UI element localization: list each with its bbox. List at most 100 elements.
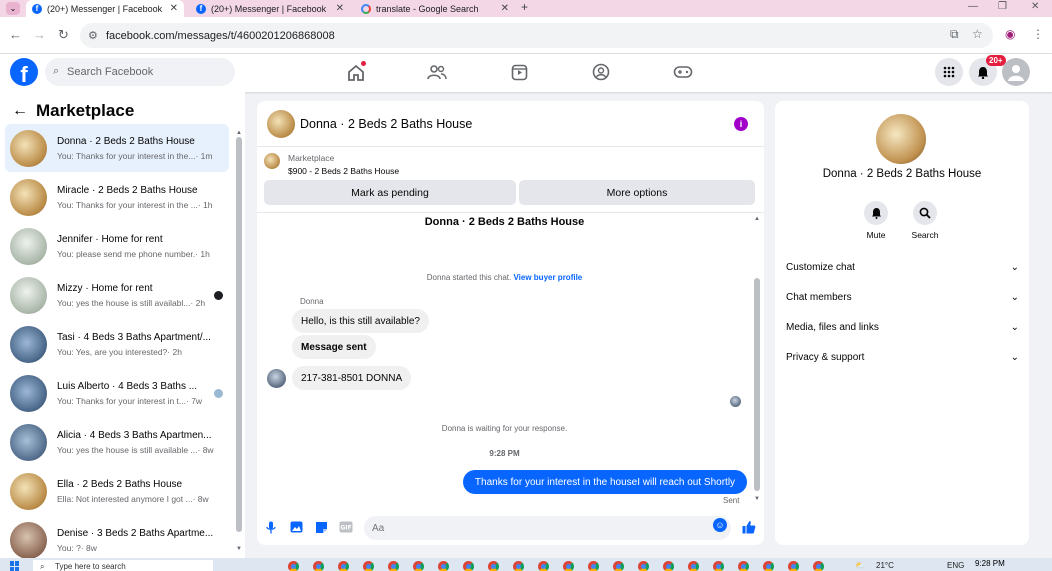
menu-grid-icon[interactable] xyxy=(935,58,963,86)
chrome-taskbar-icon[interactable] xyxy=(613,561,624,571)
sticker-icon[interactable] xyxy=(313,519,329,535)
gif-icon[interactable]: GIF xyxy=(338,519,354,535)
chrome-taskbar-icon[interactable] xyxy=(463,561,474,571)
facebook-search-input[interactable]: ⌕ Search Facebook xyxy=(45,58,235,86)
close-tab-icon[interactable]: ✕ xyxy=(336,3,344,14)
details-avatar[interactable] xyxy=(876,114,926,164)
conversation-item[interactable]: Denise · 3 Beds 2 Baths Apartme... You: ?… xyxy=(5,516,229,558)
browser-menu-icon[interactable]: ⋮ xyxy=(1032,27,1044,41)
chrome-taskbar-icon[interactable] xyxy=(388,561,399,571)
chrome-taskbar-icon[interactable] xyxy=(338,561,349,571)
close-tab-icon[interactable]: ✕ xyxy=(170,3,178,14)
language-indicator[interactable]: ENG xyxy=(947,561,964,570)
friends-icon[interactable] xyxy=(426,62,448,82)
browser-tab-messenger-1[interactable]: f (20+) Messenger | Facebook ✕ xyxy=(26,0,184,17)
conversation-item[interactable]: Miracle · 2 Beds 2 Baths House You: Thank… xyxy=(5,173,229,221)
chrome-taskbar-icon[interactable] xyxy=(313,561,324,571)
media-files-links-section[interactable]: Media, files and links ⌄ xyxy=(786,317,1019,337)
back-icon[interactable]: ← xyxy=(9,27,22,42)
conversation-item[interactable]: Donna · 2 Beds 2 Baths House You: Thanks … xyxy=(5,124,229,172)
chrome-taskbar-icon[interactable] xyxy=(513,561,524,571)
privacy-support-section[interactable]: Privacy & support ⌄ xyxy=(786,347,1019,367)
scroll-up-arrow-icon[interactable]: ▲ xyxy=(754,216,760,222)
weather-icon[interactable]: ⛅ xyxy=(855,561,865,570)
chat-members-section[interactable]: Chat members ⌄ xyxy=(786,287,1019,307)
groups-icon[interactable] xyxy=(590,62,612,82)
chrome-taskbar-icon[interactable] xyxy=(538,561,549,571)
tab-search-menu-icon[interactable]: ⌄ xyxy=(6,2,20,15)
windows-start-icon[interactable] xyxy=(10,561,20,571)
scroll-down-arrow-icon[interactable]: ▼ xyxy=(236,546,242,552)
new-tab-icon[interactable]: + xyxy=(521,0,528,14)
conversation-item[interactable]: Mizzy · Home for rent You: yes the house … xyxy=(5,271,229,319)
bookmark-star-icon[interactable]: ☆ xyxy=(972,27,983,41)
incoming-message[interactable]: Message sent xyxy=(292,335,376,359)
customize-chat-section[interactable]: Customize chat ⌄ xyxy=(786,257,1019,277)
chrome-taskbar-icon[interactable] xyxy=(663,561,674,571)
chrome-taskbar-icon[interactable] xyxy=(413,561,424,571)
gaming-icon[interactable] xyxy=(672,62,694,82)
maximize-icon[interactable]: ❐ xyxy=(998,1,1007,12)
browser-tab-google[interactable]: translate - Google Search ✕ xyxy=(355,0,515,17)
browser-tab-messenger-2[interactable]: f (20+) Messenger | Facebook ✕ xyxy=(190,0,350,17)
chrome-taskbar-icon[interactable] xyxy=(788,561,799,571)
chrome-taskbar-icon[interactable] xyxy=(588,561,599,571)
listing-info[interactable]: Marketplace $900 - 2 Beds 2 Baths House xyxy=(264,153,399,176)
chrome-taskbar-icon[interactable] xyxy=(813,561,824,571)
emoji-icon[interactable]: ☺ xyxy=(713,518,727,532)
scroll-down-arrow-icon[interactable]: ▼ xyxy=(754,496,760,502)
close-window-icon[interactable]: ✕ xyxy=(1031,1,1039,12)
account-avatar-icon[interactable] xyxy=(1002,58,1030,86)
chat-title[interactable]: Donna · 2 Beds 2 Baths House xyxy=(300,117,472,131)
chat-avatar[interactable] xyxy=(267,110,295,138)
reload-icon[interactable]: ↻ xyxy=(58,27,69,43)
view-buyer-profile-link[interactable]: View buyer profile xyxy=(513,273,582,282)
facebook-logo-icon[interactable]: f xyxy=(10,58,38,86)
conversation-name: Denise · 3 Beds 2 Baths Apartme... xyxy=(57,527,214,539)
outgoing-message[interactable]: Thanks for your interest in the houseI w… xyxy=(463,470,747,494)
chrome-taskbar-icon[interactable] xyxy=(638,561,649,571)
profile-icon[interactable]: ◉ xyxy=(1005,27,1015,41)
snippet-time: · 1h xyxy=(197,199,213,210)
site-info-icon[interactable]: ⚙ xyxy=(88,29,98,42)
chrome-taskbar-icon[interactable] xyxy=(438,561,449,571)
chrome-taskbar-icon[interactable] xyxy=(738,561,749,571)
minimize-icon[interactable]: — xyxy=(968,1,978,12)
microphone-icon[interactable] xyxy=(263,519,279,535)
conversation-info-icon[interactable]: i xyxy=(734,117,748,131)
taskbar-clock[interactable]: 9:28 PM xyxy=(975,559,1005,568)
conversation-item[interactable]: Alicia · 4 Beds 3 Baths Apartmen... You: … xyxy=(5,418,229,466)
chrome-taskbar-icon[interactable] xyxy=(563,561,574,571)
conversation-item[interactable]: Jennifer · Home for rent You: please send… xyxy=(5,222,229,270)
sender-avatar[interactable] xyxy=(267,369,286,388)
photo-icon[interactable] xyxy=(288,519,304,535)
more-options-button[interactable]: More options xyxy=(519,180,755,205)
conversation-item[interactable]: Ella · 2 Beds 2 Baths House Ella: Not int… xyxy=(5,467,229,515)
close-tab-icon[interactable]: ✕ xyxy=(501,3,509,14)
chevron-down-icon: ⌄ xyxy=(1010,351,1019,363)
thread-scrollbar[interactable] xyxy=(754,278,760,491)
chrome-taskbar-icon[interactable] xyxy=(363,561,374,571)
forward-icon[interactable]: → xyxy=(33,27,46,42)
chrome-taskbar-icon[interactable] xyxy=(763,561,774,571)
scroll-up-arrow-icon[interactable]: ▲ xyxy=(236,130,242,136)
watch-video-icon[interactable] xyxy=(508,62,530,82)
conversation-item[interactable]: Luis Alberto · 4 Beds 3 Baths ... You: Th… xyxy=(5,369,229,417)
taskbar-search-input[interactable]: ⌕ Type here to search xyxy=(33,560,213,571)
mute-bell-icon[interactable] xyxy=(864,201,888,225)
incoming-message[interactable]: 217-381-8501 DONNA xyxy=(292,366,412,390)
incoming-message[interactable]: Hello, is this still available? xyxy=(292,309,429,333)
like-thumb-icon[interactable] xyxy=(741,519,757,535)
message-input[interactable] xyxy=(364,516,731,540)
search-in-conversation-icon[interactable] xyxy=(913,201,937,225)
chrome-taskbar-icon[interactable] xyxy=(488,561,499,571)
install-app-icon[interactable]: ⧉ xyxy=(950,27,959,42)
chrome-taskbar-icon[interactable] xyxy=(688,561,699,571)
mark-as-pending-button[interactable]: Mark as pending xyxy=(264,180,516,205)
conversation-item[interactable]: Tasi · 4 Beds 3 Baths Apartment/... You: … xyxy=(5,320,229,368)
chrome-taskbar-icon[interactable] xyxy=(713,561,724,571)
chrome-taskbar-icon[interactable] xyxy=(288,561,299,571)
url-field[interactable]: ⚙ facebook.com/messages/t/46002012068680… xyxy=(80,23,993,48)
back-arrow-icon[interactable]: ← xyxy=(12,102,28,120)
sidebar-scrollbar[interactable] xyxy=(236,137,242,532)
